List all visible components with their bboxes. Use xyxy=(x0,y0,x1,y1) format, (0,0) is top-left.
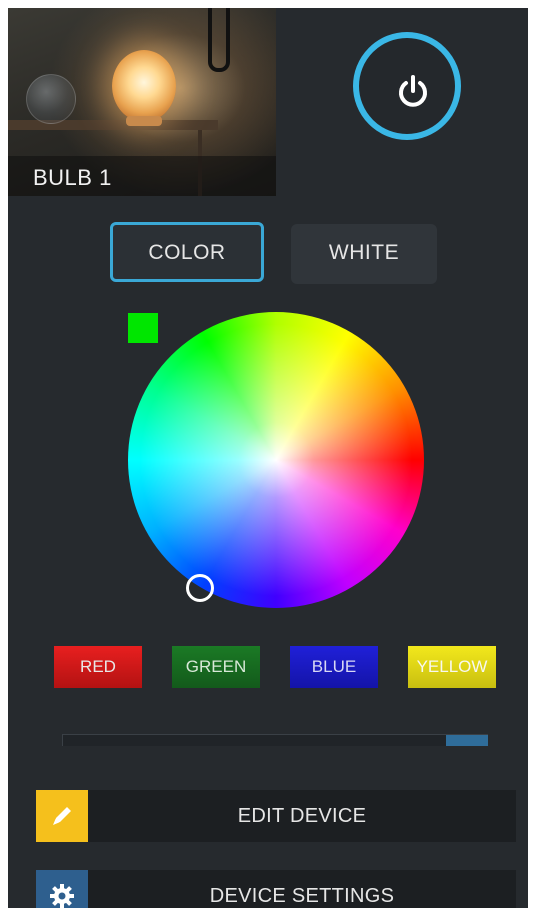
pencil-icon xyxy=(53,807,71,825)
device-name-overlay: BULB 1 xyxy=(8,156,276,196)
preset-red-button[interactable]: RED xyxy=(54,646,142,688)
power-button[interactable] xyxy=(353,32,461,140)
brightness-slider-track[interactable] xyxy=(62,734,488,746)
device-name: BULB 1 xyxy=(33,165,112,190)
gear-icon xyxy=(50,884,74,908)
thumbnail-cord xyxy=(208,8,230,72)
tab-color[interactable]: COLOR xyxy=(110,222,264,282)
thumbnail-lamp xyxy=(112,50,176,122)
preset-green-button[interactable]: GREEN xyxy=(172,646,260,688)
preset-blue-button[interactable]: BLUE xyxy=(290,646,378,688)
color-wheel-handle[interactable] xyxy=(186,574,214,602)
thumbnail-glass-object xyxy=(26,74,76,124)
app-screen: BULB 1 COLOR WHITE RED GREEN BLUE YELLOW… xyxy=(8,8,528,908)
device-thumbnail[interactable]: BULB 1 xyxy=(8,8,276,196)
preset-yellow-button[interactable]: YELLOW xyxy=(408,646,496,688)
power-icon xyxy=(399,75,427,107)
brightness-slider-handle[interactable] xyxy=(446,735,488,746)
device-settings-icon-button[interactable] xyxy=(36,870,88,908)
tab-white[interactable]: WHITE xyxy=(291,224,437,284)
edit-device-icon-button[interactable] xyxy=(36,790,88,842)
color-wheel[interactable] xyxy=(128,312,424,608)
thumbnail-lamp-base xyxy=(126,116,162,126)
edit-device-button[interactable]: EDIT DEVICE xyxy=(88,790,516,842)
selected-color-swatch xyxy=(128,313,158,343)
device-settings-button[interactable]: DEVICE SETTINGS xyxy=(88,870,516,908)
